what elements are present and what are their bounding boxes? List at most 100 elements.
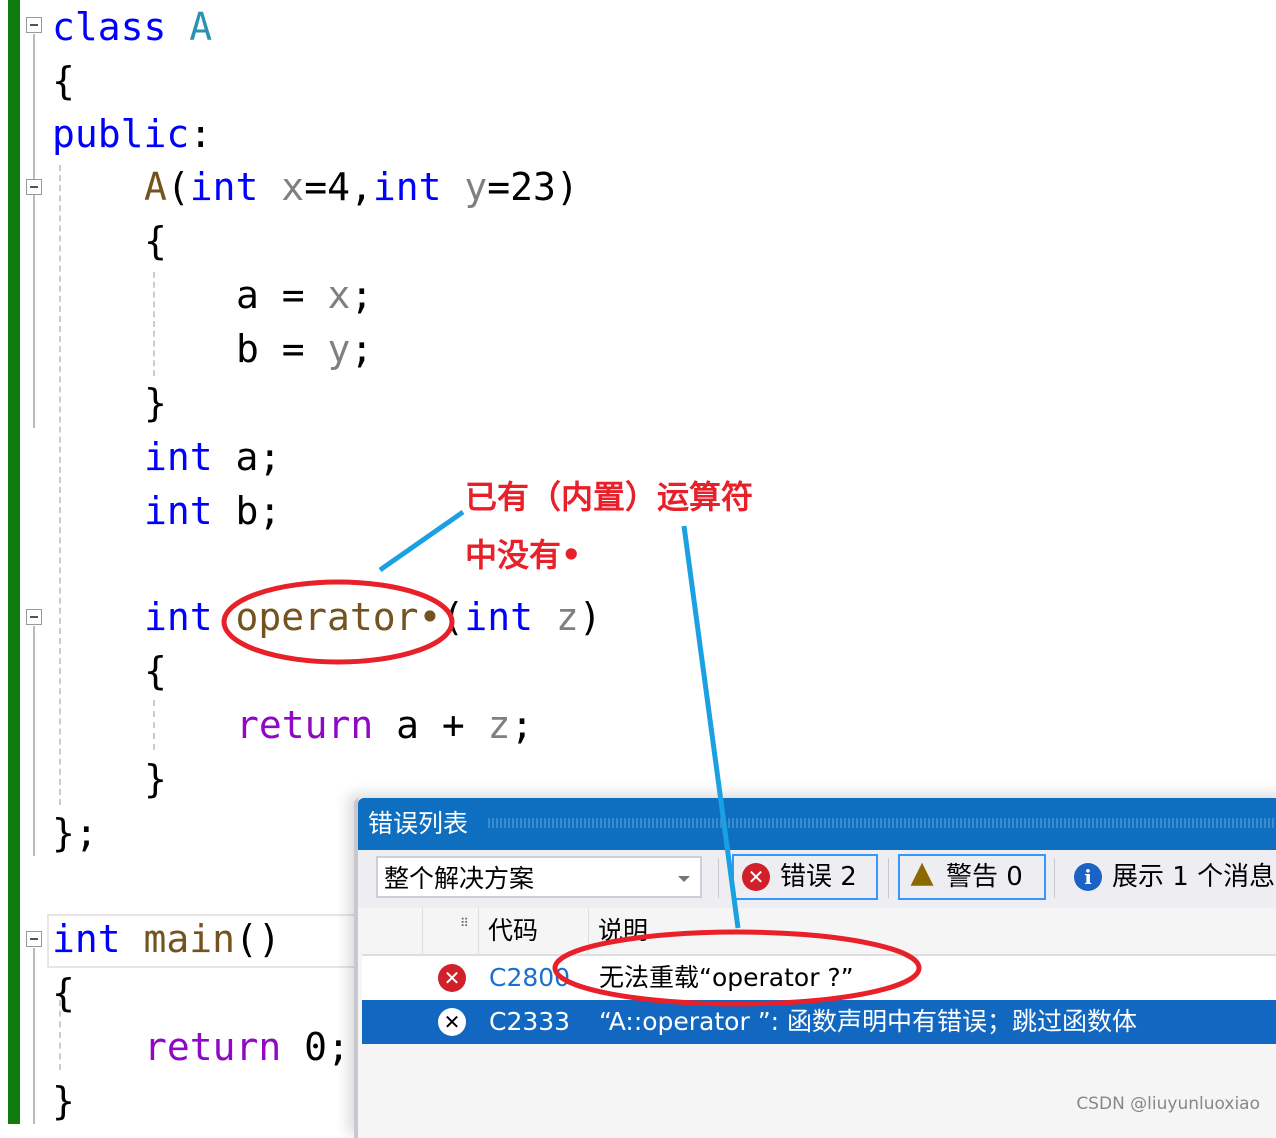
errors-label: 错误 2: [780, 862, 857, 892]
code-token: int: [52, 917, 144, 961]
error-description: 无法重载“operator ?”: [599, 963, 854, 992]
code-token: return: [236, 703, 397, 747]
code-token: a =: [236, 273, 328, 317]
code-token: int: [144, 435, 236, 479]
code-line[interactable]: int main(): [52, 912, 281, 966]
separator: [478, 908, 479, 954]
code-line[interactable]: b = y;: [236, 322, 373, 376]
code-line[interactable]: public:: [52, 107, 212, 161]
separator: [422, 908, 423, 954]
separator: [888, 858, 889, 898]
error-description: “A::operator ”: 函数声明中有错误；跳过函数体: [599, 1007, 1138, 1036]
code-line[interactable]: int b;: [144, 484, 281, 538]
code-token: z: [555, 595, 579, 639]
code-token: x: [327, 273, 351, 317]
outline-line: [33, 626, 35, 856]
code-line[interactable]: }: [144, 752, 167, 806]
sort-grip-icon[interactable]: ⠿: [460, 900, 469, 946]
error-code-link[interactable]: C2800: [489, 956, 570, 1000]
code-line[interactable]: class A: [52, 0, 212, 54]
code-token: y: [327, 327, 351, 371]
code-token: };: [52, 811, 98, 855]
indent-guide: [153, 272, 155, 376]
warning-icon: ▲: [910, 855, 934, 890]
pointer-line: [378, 509, 465, 573]
panel-title: 错误列表: [368, 809, 469, 838]
code-line[interactable]: return 0;: [144, 1020, 350, 1074]
watermark: CSDN @liuyunluoxiao: [1076, 1094, 1260, 1114]
code-token: main: [143, 917, 236, 961]
code-token: y: [464, 165, 488, 209]
code-token: int: [372, 165, 465, 209]
drag-grip[interactable]: [488, 818, 1276, 828]
code-line[interactable]: A(int x=4,int y=23): [144, 160, 579, 214]
code-token: (): [235, 917, 281, 961]
column-headers: ⠿ 代码 说明: [362, 908, 1276, 956]
code-token: x: [281, 165, 305, 209]
error-code-link[interactable]: C2333: [489, 1000, 570, 1044]
separator: [588, 908, 589, 954]
code-token: A: [144, 165, 167, 209]
messages-label: 展示 1 个消息: [1112, 862, 1276, 892]
code-token: {: [144, 649, 167, 693]
annotation-text: 中没有•: [465, 536, 582, 574]
error-list-toolbar: 整个解决方案 ✕ 错误 2 ▲ 警告 0 i 展示 1 个消息: [358, 850, 1276, 908]
code-line[interactable]: int a;: [144, 430, 281, 484]
code-line[interactable]: a = x;: [236, 268, 373, 322]
code-line[interactable]: {: [144, 644, 167, 698]
error-icon: ✕: [742, 863, 770, 891]
code-token: {: [144, 219, 167, 263]
outline-line: [33, 948, 35, 1124]
scope-value: 整个解决方案: [384, 864, 535, 893]
outline-line: [33, 34, 35, 428]
messages-filter-button[interactable]: i 展示 1 个消息: [1064, 854, 1276, 900]
code-line[interactable]: };: [52, 806, 98, 860]
code-token: :: [189, 112, 213, 156]
code-token: b =: [236, 327, 328, 371]
errors-filter-button[interactable]: ✕ 错误 2: [732, 854, 878, 900]
collapse-operator-icon[interactable]: [26, 609, 42, 625]
collapse-constructor-icon[interactable]: [26, 179, 42, 195]
code-token: ;: [510, 703, 534, 747]
indent-guide: [153, 700, 155, 750]
code-line[interactable]: }: [52, 1074, 75, 1128]
code-line[interactable]: {: [144, 214, 167, 268]
code-line[interactable]: int operator•(int z): [144, 590, 602, 644]
error-icon: ✕: [438, 1008, 466, 1036]
warnings-filter-button[interactable]: ▲ 警告 0: [898, 854, 1046, 900]
error-list-title-bar[interactable]: 错误列表: [358, 798, 1276, 850]
column-header-code[interactable]: 代码: [488, 908, 538, 954]
collapse-main-icon[interactable]: [26, 931, 42, 947]
code-token: class: [52, 5, 190, 49]
code-token: =4,: [304, 165, 373, 209]
code-token: a;: [235, 435, 282, 479]
code-token: int: [144, 595, 236, 639]
code-token: {: [52, 971, 75, 1015]
code-token: }: [52, 1079, 75, 1123]
code-line[interactable]: }: [144, 376, 167, 430]
code-token: A: [189, 5, 213, 49]
code-line[interactable]: {: [52, 54, 75, 108]
collapse-class-icon[interactable]: [26, 17, 42, 33]
code-token: a +: [396, 703, 488, 747]
indent-guide: [59, 165, 61, 805]
annotation-text: 已有（内置）运算符: [465, 478, 754, 516]
error-list-panel: 错误列表 整个解决方案 ✕ 错误 2 ▲ 警告 0 i 展示 1 个消息 ⠿ 代…: [354, 798, 1276, 1138]
code-line[interactable]: return a + z;: [236, 698, 533, 752]
code-token: ): [578, 595, 602, 639]
change-tracking-bar: [8, 0, 20, 1124]
code-token: (: [166, 165, 190, 209]
code-token: =23): [487, 165, 579, 209]
error-icon: ✕: [438, 964, 466, 992]
code-token: 0;: [304, 1025, 350, 1069]
info-icon: i: [1074, 863, 1102, 891]
code-token: (: [441, 595, 465, 639]
warnings-label: 警告 0: [946, 862, 1023, 892]
error-row-selected[interactable]: ✕ C2333 “A::operator ”: 函数声明中有错误；跳过函数体: [362, 1000, 1276, 1044]
scope-dropdown[interactable]: 整个解决方案: [376, 856, 702, 898]
separator: [718, 858, 719, 898]
error-row[interactable]: ✕ C2800 无法重载“operator ?”: [362, 956, 1276, 1000]
code-token: int: [464, 595, 556, 639]
code-line[interactable]: {: [52, 966, 75, 1020]
column-header-description[interactable]: 说明: [598, 908, 648, 954]
